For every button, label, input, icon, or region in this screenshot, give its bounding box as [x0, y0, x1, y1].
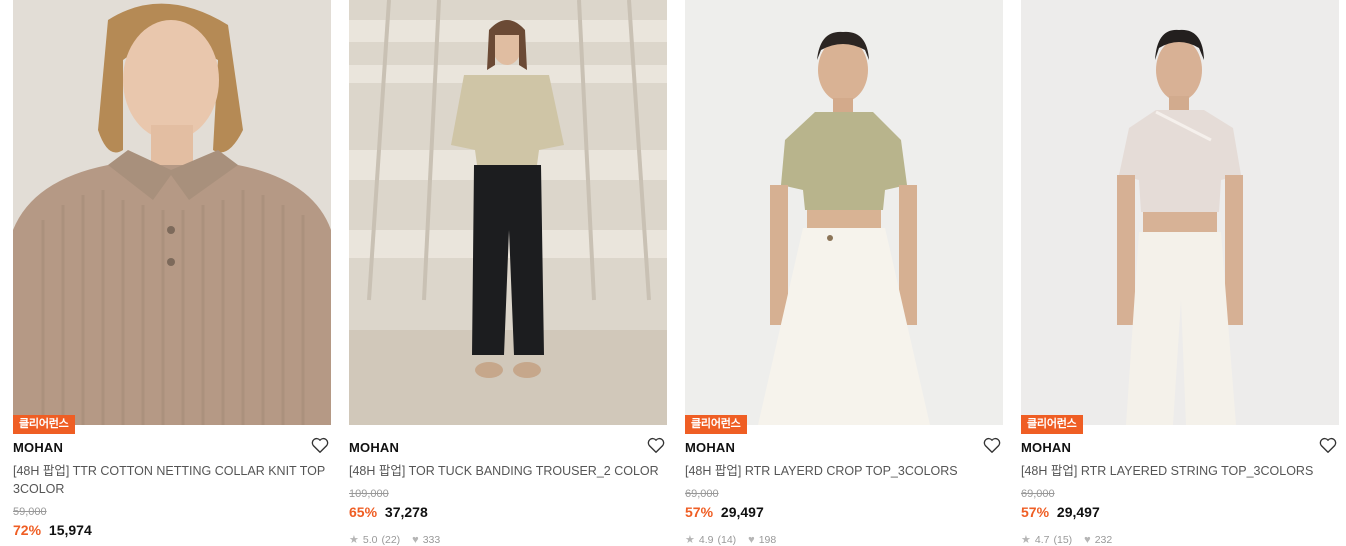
- sale-price: 15,974: [48, 522, 92, 538]
- product-image[interactable]: [685, 0, 1003, 425]
- brand-name[interactable]: MOHAN: [13, 440, 63, 455]
- product-card[interactable]: 클리어런스 MOHAN [48H 팝업] RTR LAYERED STRING …: [1021, 0, 1339, 546]
- clearance-badge: 클리어런스: [685, 415, 747, 434]
- product-image[interactable]: [13, 0, 331, 425]
- product-image[interactable]: [349, 0, 667, 425]
- original-price: 69,000: [1021, 488, 1055, 500]
- review-count: (22): [381, 533, 401, 546]
- product-title[interactable]: [48H 팝업] TOR TUCK BANDING TROUSER_2 COLO…: [349, 462, 667, 480]
- price-row: 57% 29,497: [685, 504, 764, 520]
- original-price: 59,000: [13, 506, 47, 518]
- sale-price: 37,278: [384, 504, 428, 520]
- like-count: 333: [422, 533, 441, 546]
- product-title[interactable]: [48H 팝업] RTR LAYERED STRING TOP_3COLORS: [1021, 462, 1339, 480]
- brand-name[interactable]: MOHAN: [1021, 440, 1071, 455]
- product-grid: 클리어런스 MOHAN [48H 팝업] TTR COTTON NETTING …: [0, 0, 1346, 546]
- clearance-badge: 클리어런스: [1021, 415, 1083, 434]
- sale-price: 29,497: [720, 504, 764, 520]
- price-row: 72% 15,974: [13, 522, 92, 538]
- sale-price: 29,497: [1056, 504, 1100, 520]
- heart-filled-icon: ♥: [412, 533, 419, 546]
- original-price: 109,000: [349, 488, 389, 500]
- original-price: 69,000: [685, 488, 719, 500]
- discount-rate: 57%: [685, 504, 714, 520]
- review-meta: ★ 4.7 (15) ♥ 232: [1021, 533, 1112, 546]
- product-card[interactable]: MOHAN [48H 팝업] TOR TUCK BANDING TROUSER_…: [349, 0, 667, 546]
- brand-name[interactable]: MOHAN: [685, 440, 735, 455]
- heart-outline-icon[interactable]: [1319, 437, 1337, 454]
- heart-outline-icon[interactable]: [983, 437, 1001, 454]
- product-image[interactable]: [1021, 0, 1339, 425]
- heart-filled-icon: ♥: [1084, 533, 1091, 546]
- product-title[interactable]: [48H 팝업] TTR COTTON NETTING COLLAR KNIT …: [13, 462, 331, 498]
- heart-outline-icon[interactable]: [647, 437, 665, 454]
- discount-rate: 57%: [1021, 504, 1050, 520]
- rating-value: 4.9: [698, 533, 714, 546]
- product-card[interactable]: 클리어런스 MOHAN [48H 팝업] RTR LAYERD CROP TOP…: [685, 0, 1003, 546]
- clearance-badge: 클리어런스: [13, 415, 75, 434]
- brand-name[interactable]: MOHAN: [349, 440, 399, 455]
- price-row: 57% 29,497: [1021, 504, 1100, 520]
- price-row: 65% 37,278: [349, 504, 428, 520]
- star-icon: ★: [1021, 534, 1031, 546]
- heart-outline-icon[interactable]: [311, 437, 329, 454]
- review-meta: ★ 4.9 (14) ♥ 198: [685, 533, 776, 546]
- discount-rate: 65%: [349, 504, 378, 520]
- rating-value: 4.7: [1034, 533, 1050, 546]
- rating-value: 5.0: [362, 533, 378, 546]
- product-title[interactable]: [48H 팝업] RTR LAYERD CROP TOP_3COLORS: [685, 462, 1003, 480]
- like-count: 232: [1094, 533, 1113, 546]
- review-meta: ★ 5.0 (22) ♥ 333: [349, 533, 440, 546]
- star-icon: ★: [349, 534, 359, 546]
- review-count: (15): [1053, 533, 1073, 546]
- discount-rate: 72%: [13, 522, 42, 538]
- review-count: (14): [717, 533, 737, 546]
- heart-filled-icon: ♥: [748, 533, 755, 546]
- product-card[interactable]: 클리어런스 MOHAN [48H 팝업] TTR COTTON NETTING …: [13, 0, 331, 546]
- like-count: 198: [758, 533, 777, 546]
- star-icon: ★: [685, 534, 695, 546]
